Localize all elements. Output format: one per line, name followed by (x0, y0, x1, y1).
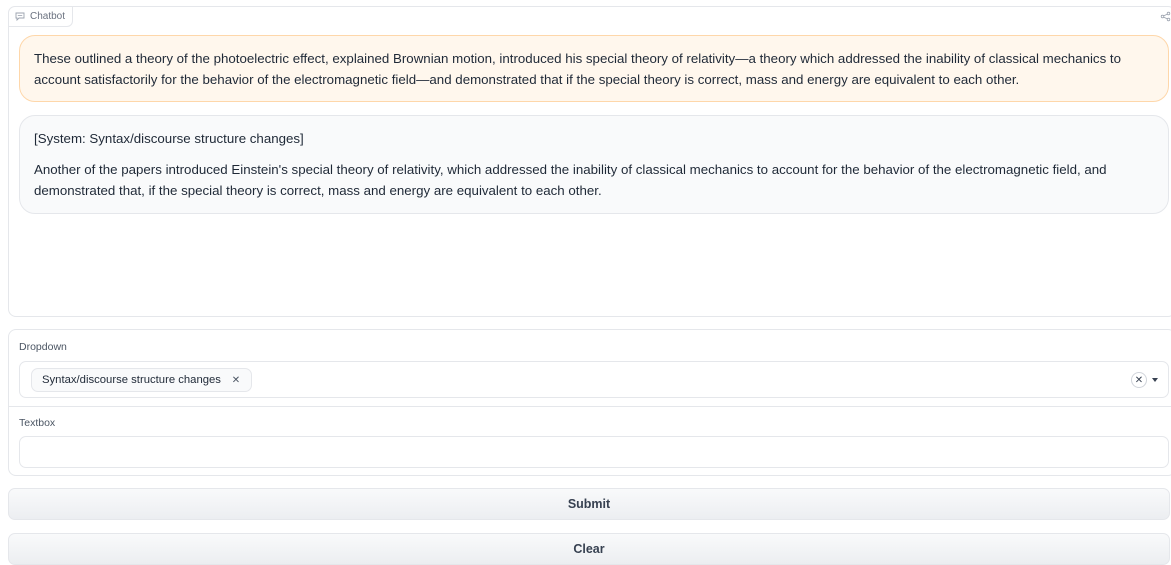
chatbot-panel: Chatbot These outlined a theory of the p… (8, 6, 1171, 317)
textbox-label: Textbox (19, 417, 56, 429)
textbox-input[interactable] (19, 436, 1169, 468)
chevron-down-icon[interactable] (1152, 378, 1158, 382)
dropdown[interactable]: Syntax/discourse structure changes ✕ ✕ (19, 361, 1169, 398)
user-message: These outlined a theory of the photoelec… (19, 35, 1169, 102)
clear-button[interactable]: Clear (8, 533, 1170, 565)
dropdown-controls: ✕ (1131, 372, 1158, 388)
dropdown-selected-chip-label: Syntax/discourse structure changes (42, 374, 221, 386)
user-message-text: These outlined a theory of the photoelec… (34, 51, 1121, 87)
chatbot-label: Chatbot (30, 11, 66, 22)
form-panel: Dropdown Syntax/discourse structure chan… (8, 329, 1171, 476)
divider (9, 406, 1171, 407)
dropdown-selected-chip: Syntax/discourse structure changes ✕ (31, 368, 252, 392)
bot-message-system-line: [System: Syntax/discourse structure chan… (34, 131, 304, 146)
chatbot-label-tag: Chatbot (8, 6, 74, 27)
chat-icon (15, 12, 25, 21)
dropdown-label: Dropdown (19, 341, 67, 353)
share-icon[interactable] (1160, 11, 1171, 22)
submit-button[interactable]: Submit (8, 488, 1170, 520)
bot-message: [System: Syntax/discourse structure chan… (19, 115, 1169, 214)
bot-message-text: Another of the papers introduced Einstei… (34, 162, 1107, 198)
close-icon[interactable]: ✕ (229, 373, 243, 387)
close-icon[interactable]: ✕ (1131, 372, 1147, 388)
